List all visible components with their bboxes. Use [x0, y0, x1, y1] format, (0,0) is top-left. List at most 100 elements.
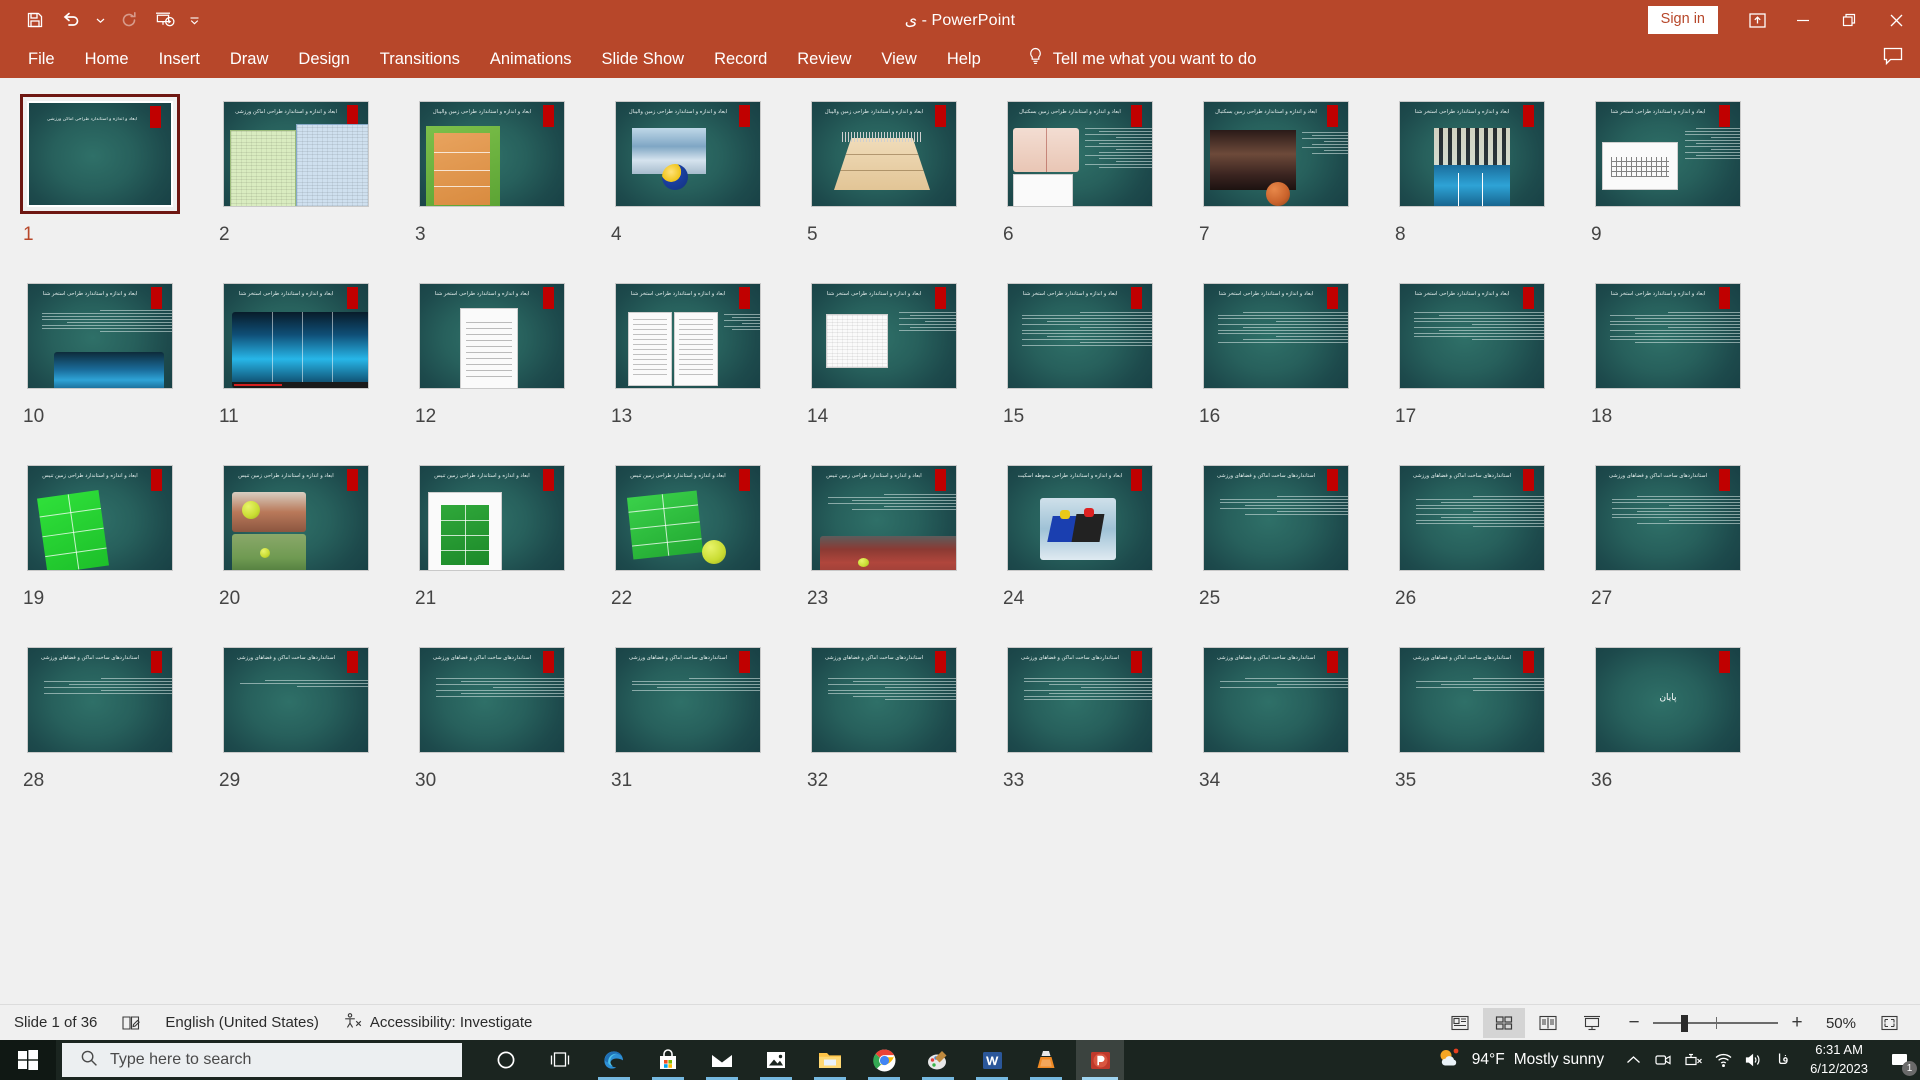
tab-insert[interactable]: Insert [145, 47, 214, 72]
notes-icon[interactable] [109, 1014, 153, 1032]
ribbon-display-options-icon[interactable] [1734, 0, 1780, 40]
volume-icon[interactable] [1738, 1040, 1768, 1080]
slide-thumbnail-cell[interactable]: ابعاد و اندازه و استاندارد طراحی استخر ش… [1588, 276, 1784, 458]
slide-thumbnail-cell[interactable]: ابعاد و اندازه و استاندارد طراحی زمین تن… [608, 458, 804, 640]
slide-thumb-35[interactable]: استانداردهای ساخت اماکن و فضاهای ورزشی [1392, 640, 1552, 760]
sign-in-button[interactable]: Sign in [1647, 6, 1718, 34]
slide-thumbnail-cell[interactable]: پایان 36 [1588, 640, 1784, 822]
slide-thumb-36[interactable]: پایان [1588, 640, 1748, 760]
word-icon[interactable] [968, 1040, 1016, 1080]
edge-icon[interactable] [590, 1040, 638, 1080]
slide-thumb-12[interactable]: ابعاد و اندازه و استاندارد طراحی استخر ش… [412, 276, 572, 396]
slide-thumb-30[interactable]: استانداردهای ساخت اماکن و فضاهای ورزشی [412, 640, 572, 760]
slide-thumb-15[interactable]: ابعاد و اندازه و استاندارد طراحی استخر ش… [1000, 276, 1160, 396]
slide-thumbnail-cell[interactable]: ابعاد و اندازه و استاندارد طراحی زمین بس… [1196, 94, 1392, 276]
slide-thumb-21[interactable]: ابعاد و اندازه و استاندارد طراحی زمین تن… [412, 458, 572, 578]
slide-thumbnail-cell[interactable]: استانداردهای ساخت اماکن و فضاهای ورزشی 2… [216, 640, 412, 822]
save-icon[interactable] [18, 5, 52, 35]
slide-thumbnail-cell[interactable]: استانداردهای ساخت اماکن و فضاهای ورزشی 2… [1196, 458, 1392, 640]
slide-thumb-6[interactable]: ابعاد و اندازه و استاندارد طراحی زمین بس… [1000, 94, 1160, 214]
comments-icon[interactable] [1882, 46, 1904, 71]
slide-thumb-10[interactable]: ابعاد و اندازه و استاندارد طراحی استخر ش… [20, 276, 180, 396]
zoom-in-button[interactable]: + [1788, 1012, 1806, 1034]
slide-thumbnail-cell[interactable]: استانداردهای ساخت اماکن و فضاهای ورزشی 2… [1392, 458, 1588, 640]
slide-thumbnail-cell[interactable]: ابعاد و اندازه و استاندارد طراحی استخر ش… [412, 276, 608, 458]
slide-thumbnail-cell[interactable]: استانداردهای ساخت اماکن و فضاهای ورزشی 3… [1000, 640, 1196, 822]
mail-icon[interactable] [698, 1040, 746, 1080]
close-icon[interactable] [1872, 0, 1920, 40]
tab-home[interactable]: Home [71, 47, 143, 72]
tab-help[interactable]: Help [933, 47, 995, 72]
notification-center-icon[interactable]: 1 [1880, 1040, 1920, 1080]
tab-slide-show[interactable]: Slide Show [588, 47, 699, 72]
reading-view-button[interactable] [1527, 1008, 1569, 1038]
slide-sorter-pane[interactable]: ابعاد و اندازه و استاندارد طراحی اماکن و… [0, 78, 1920, 1004]
paint-icon[interactable] [914, 1040, 962, 1080]
normal-view-button[interactable] [1439, 1008, 1481, 1038]
slide-thumb-26[interactable]: استانداردهای ساخت اماکن و فضاهای ورزشی [1392, 458, 1552, 578]
slide-thumb-4[interactable]: ابعاد و اندازه و استاندارد طراحی زمین وا… [608, 94, 768, 214]
zoom-slider-handle[interactable] [1680, 1015, 1688, 1032]
slide-thumbnail-cell[interactable]: ابعاد و اندازه و استاندارد طراحی استخر ش… [216, 276, 412, 458]
slide-thumb-7[interactable]: ابعاد و اندازه و استاندارد طراحی زمین بس… [1196, 94, 1356, 214]
slide-thumbnail-cell[interactable]: ابعاد و اندازه و استاندارد طراحی استخر ش… [804, 276, 1000, 458]
cortana-icon[interactable] [482, 1040, 530, 1080]
slide-thumb-31[interactable]: استانداردهای ساخت اماکن و فضاهای ورزشی [608, 640, 768, 760]
zoom-control[interactable]: − + 50% [1625, 1012, 1856, 1034]
slide-thumb-16[interactable]: ابعاد و اندازه و استاندارد طراحی استخر ش… [1196, 276, 1356, 396]
slide-thumb-5[interactable]: ابعاد و اندازه و استاندارد طراحی زمین وا… [804, 94, 964, 214]
slide-thumbnail-cell[interactable]: ابعاد و اندازه و استاندارد طراحی زمین تن… [804, 458, 1000, 640]
slide-sorter-view-button[interactable] [1483, 1008, 1525, 1038]
task-view-icon[interactable] [536, 1040, 584, 1080]
slide-thumbnail-cell[interactable]: ابعاد و اندازه و استاندارد طراحی زمین وا… [412, 94, 608, 276]
slide-thumbnail-cell[interactable]: استانداردهای ساخت اماکن و فضاهای ورزشی 3… [804, 640, 1000, 822]
photos-icon[interactable] [752, 1040, 800, 1080]
slide-thumb-3[interactable]: ابعاد و اندازه و استاندارد طراحی زمین وا… [412, 94, 572, 214]
tab-view[interactable]: View [867, 47, 930, 72]
slide-thumbnail-cell[interactable]: ابعاد و اندازه و استاندارد طراحی اماکن و… [20, 94, 216, 276]
slide-thumb-8[interactable]: ابعاد و اندازه و استاندارد طراحی استخر ش… [1392, 94, 1552, 214]
slide-thumb-28[interactable]: استانداردهای ساخت اماکن و فضاهای ورزشی [20, 640, 180, 760]
accessibility-status[interactable]: Accessibility: Investigate [331, 1012, 545, 1034]
tab-design[interactable]: Design [284, 47, 363, 72]
slide-thumbnail-cell[interactable]: ابعاد و اندازه و استاندارد طراحی اماکن و… [216, 94, 412, 276]
customize-quick-access-toolbar-icon[interactable] [184, 5, 204, 35]
slide-thumbnail-cell[interactable]: ابعاد و اندازه و استاندارد طراحی محوطه ا… [1000, 458, 1196, 640]
slide-thumb-2[interactable]: ابعاد و اندازه و استاندارد طراحی اماکن و… [216, 94, 376, 214]
wifi-icon[interactable] [1708, 1040, 1738, 1080]
slide-thumbnail-cell[interactable]: ابعاد و اندازه و استاندارد طراحی استخر ش… [608, 276, 804, 458]
slide-counter[interactable]: Slide 1 of 36 [0, 1014, 109, 1031]
slide-thumb-18[interactable]: ابعاد و اندازه و استاندارد طراحی استخر ش… [1588, 276, 1748, 396]
tab-review[interactable]: Review [783, 47, 865, 72]
undo-dropdown-icon[interactable] [90, 5, 110, 35]
tab-draw[interactable]: Draw [216, 47, 283, 72]
tab-transitions[interactable]: Transitions [366, 47, 474, 72]
slide-thumb-19[interactable]: ابعاد و اندازه و استاندارد طراحی زمین تن… [20, 458, 180, 578]
vlc-icon[interactable] [1022, 1040, 1070, 1080]
language-indicator[interactable]: فا [1768, 1040, 1798, 1080]
slide-thumbnail-cell[interactable]: ابعاد و اندازه و استاندارد طراحی زمین تن… [216, 458, 412, 640]
tab-record[interactable]: Record [700, 47, 781, 72]
powerpoint-icon[interactable] [1076, 1040, 1124, 1080]
slide-thumb-34[interactable]: استانداردهای ساخت اماکن و فضاهای ورزشی [1196, 640, 1356, 760]
slide-thumb-17[interactable]: ابعاد و اندازه و استاندارد طراحی استخر ش… [1392, 276, 1552, 396]
file-explorer-icon[interactable] [806, 1040, 854, 1080]
start-button[interactable] [0, 1040, 56, 1080]
zoom-slider[interactable] [1653, 1015, 1778, 1032]
slide-thumbnail-cell[interactable]: استانداردهای ساخت اماکن و فضاهای ورزشی 3… [1196, 640, 1392, 822]
language-indicator[interactable]: English (United States) [153, 1014, 330, 1031]
slide-thumbnail-cell[interactable]: ابعاد و اندازه و استاندارد طراحی استخر ش… [20, 276, 216, 458]
slide-thumb-14[interactable]: ابعاد و اندازه و استاندارد طراحی استخر ش… [804, 276, 964, 396]
slide-thumbnail-cell[interactable]: ابعاد و اندازه و استاندارد طراحی زمین تن… [412, 458, 608, 640]
slide-thumb-1[interactable]: ابعاد و اندازه و استاندارد طراحی اماکن و… [20, 94, 180, 214]
slide-thumb-27[interactable]: استانداردهای ساخت اماکن و فضاهای ورزشی [1588, 458, 1748, 578]
tab-file[interactable]: File [14, 47, 69, 72]
slide-thumbnail-cell[interactable]: ابعاد و اندازه و استاندارد طراحی استخر ش… [1392, 94, 1588, 276]
slide-thumbnail-cell[interactable]: استانداردهای ساخت اماکن و فضاهای ورزشی 2… [1588, 458, 1784, 640]
show-hidden-icons-chevron[interactable] [1618, 1040, 1648, 1080]
slide-thumb-33[interactable]: استانداردهای ساخت اماکن و فضاهای ورزشی [1000, 640, 1160, 760]
slide-thumbnail-cell[interactable]: ابعاد و اندازه و استاندارد طراحی استخر ش… [1196, 276, 1392, 458]
slide-thumbnail-cell[interactable]: ابعاد و اندازه و استاندارد طراحی زمین تن… [20, 458, 216, 640]
taskbar-clock[interactable]: 6:31 AM 6/12/2023 [1798, 1041, 1880, 1079]
slide-thumbnail-cell[interactable]: ابعاد و اندازه و استاندارد طراحی استخر ش… [1000, 276, 1196, 458]
